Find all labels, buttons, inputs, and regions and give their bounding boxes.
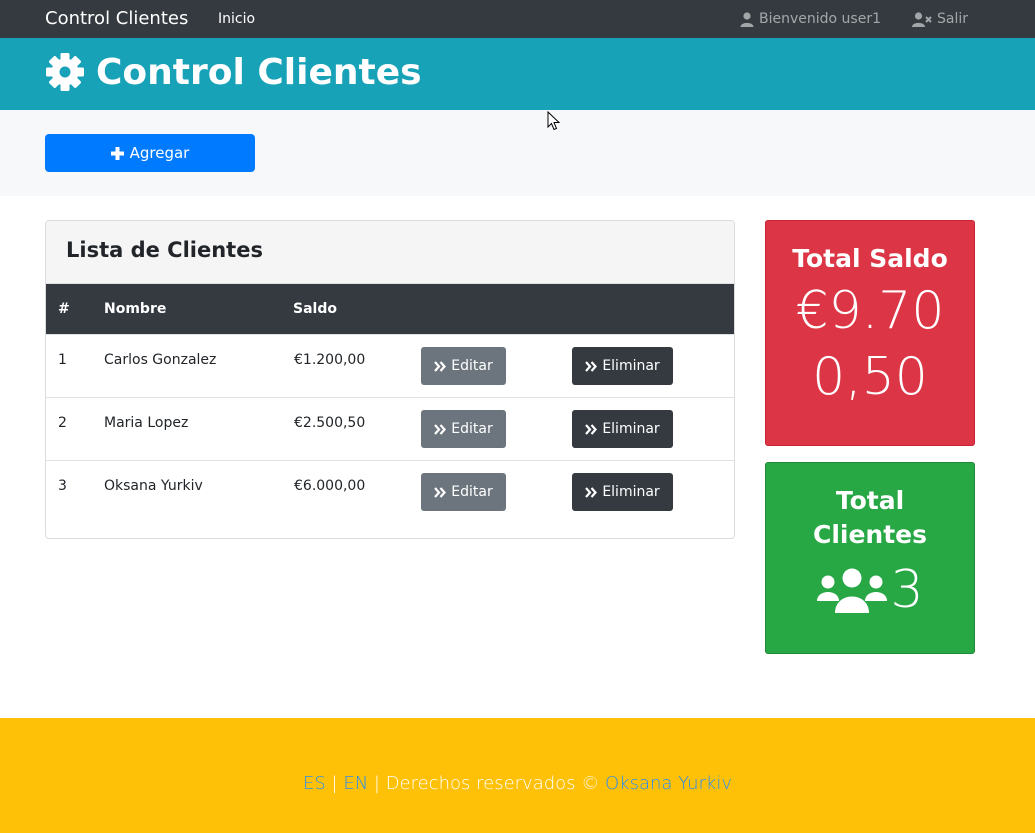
lang-es-link[interactable]: ES (303, 773, 326, 794)
row-name: Carlos Gonzalez (104, 352, 217, 368)
delete-button[interactable]: Eliminar (572, 410, 673, 448)
total-balance-title: Total Saldo (792, 244, 948, 273)
mouse-cursor-icon (547, 111, 560, 131)
table-row: 3 Oksana Yurkiv €6.000,00 Editar Elimina… (46, 460, 734, 523)
page-footer: ES | EN | Derechos reservados © Oksana Y… (0, 718, 1035, 833)
logout-label: Salir (937, 11, 969, 27)
angle-double-right-icon (434, 423, 447, 435)
welcome-text: Bienvenido user1 (759, 11, 881, 27)
delete-label: Eliminar (602, 421, 660, 437)
delete-label: Eliminar (602, 484, 660, 500)
author-link[interactable]: Oksana Yurkiv (605, 773, 732, 794)
delete-button[interactable]: Eliminar (572, 473, 673, 511)
users-icon (817, 568, 888, 613)
edit-button[interactable]: Editar (421, 410, 506, 448)
page-header: Control Clientes (0, 38, 1035, 110)
total-balance-card: Total Saldo €9.700,50 (765, 220, 975, 446)
navbar-brand[interactable]: Control Clientes (45, 7, 188, 31)
add-client-button[interactable]: Agregar (45, 134, 255, 172)
card-header: Lista de Clientes (46, 221, 734, 284)
footer-separator: | (368, 773, 386, 794)
angle-double-right-icon (434, 360, 447, 372)
column-header-name: Nombre (104, 301, 167, 317)
angle-double-right-icon (585, 423, 598, 435)
nav-link-home[interactable]: Inicio (218, 10, 255, 28)
delete-label: Eliminar (602, 358, 660, 374)
row-name: Maria Lopez (104, 415, 189, 431)
actions-bar: Agregar (0, 110, 1035, 196)
total-clients-row: 3 (766, 560, 974, 620)
delete-button[interactable]: Eliminar (572, 347, 673, 385)
row-balance: €2.500,50 (294, 415, 366, 431)
footer-separator: | (325, 773, 344, 794)
nav-logout[interactable]: Salir (912, 10, 968, 28)
add-label: Agregar (129, 144, 190, 162)
row-id: 1 (58, 352, 67, 368)
row-id: 3 (58, 478, 67, 494)
row-name: Oksana Yurkiv (104, 478, 203, 494)
plus-icon (110, 146, 124, 160)
clients-card: Lista de Clientes # Nombre Saldo 1 Carlo… (45, 220, 735, 539)
table-header: # Nombre Saldo (46, 284, 734, 334)
footer-rights: Derechos reservados © (385, 773, 605, 794)
column-header-balance: Saldo (293, 301, 337, 317)
page-title: Control Clientes (96, 52, 422, 93)
angle-double-right-icon (434, 486, 447, 498)
row-id: 2 (58, 415, 67, 431)
edit-button[interactable]: Editar (421, 347, 506, 385)
row-balance: €6.000,00 (294, 478, 366, 494)
edit-label: Editar (451, 484, 493, 500)
footer-text: ES | EN | Derechos reservados © Oksana Y… (0, 772, 1035, 796)
top-navbar: Control Clientes Inicio Bienvenido user1… (0, 0, 1035, 38)
lang-en-link[interactable]: EN (343, 773, 368, 794)
total-balance-value: €9.700,50 (795, 281, 945, 407)
nav-user-welcome[interactable]: Bienvenido user1 (740, 10, 881, 28)
column-header-id: # (58, 301, 70, 317)
user-times-icon (912, 11, 932, 27)
edit-label: Editar (451, 421, 493, 437)
table-row: 2 Maria Lopez €2.500,50 Editar Eliminar (46, 397, 734, 460)
angle-double-right-icon (585, 360, 598, 372)
table-row: 1 Carlos Gonzalez €1.200,00 Editar Elimi… (46, 334, 734, 397)
card-title: Lista de Clientes (66, 238, 263, 262)
total-clients-card: Total Clientes 3 (765, 462, 975, 654)
angle-double-right-icon (585, 486, 598, 498)
gear-icon (46, 53, 84, 91)
edit-label: Editar (451, 358, 493, 374)
row-balance: €1.200,00 (294, 352, 366, 368)
total-clients-title: Total Clientes (812, 486, 928, 549)
user-icon (740, 11, 754, 27)
edit-button[interactable]: Editar (421, 473, 506, 511)
total-clients-value: 3 (890, 560, 924, 620)
